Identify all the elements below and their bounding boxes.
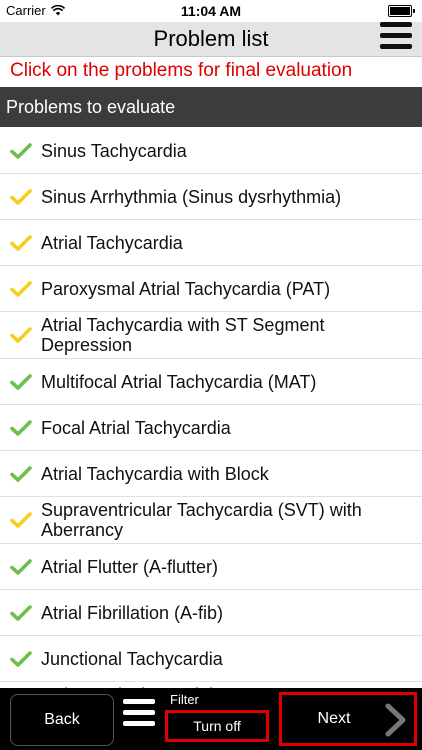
problem-label: Junctional Tachycardia <box>41 648 223 669</box>
next-label: Next <box>317 710 351 727</box>
status-bar: Carrier 11:04 AM <box>0 0 422 22</box>
checkmark-icon <box>0 326 41 344</box>
chevron-right-icon <box>385 703 406 737</box>
problem-label: Focal Atrial Tachycardia <box>41 417 231 438</box>
checkmark-icon <box>0 511 41 529</box>
checkmark-icon <box>0 373 41 391</box>
next-button[interactable]: Next <box>279 692 417 746</box>
hamburger-menu-icon[interactable] <box>380 22 412 54</box>
battery-icon <box>388 5 415 17</box>
checkmark-icon <box>0 558 41 576</box>
problem-label: Sinus Tachycardia <box>41 140 187 161</box>
back-button[interactable]: Back <box>10 694 114 746</box>
filter-turn-off-button[interactable]: Turn off <box>165 710 269 742</box>
problem-label: Atrial Fibrillation (A-fib) <box>41 602 224 623</box>
problem-row[interactable]: Focal Atrial Tachycardia <box>0 405 422 451</box>
bottom-toolbar: Back Filter Turn off Next <box>0 688 422 750</box>
problem-row[interactable]: Atrial Tachycardia with Block <box>0 451 422 497</box>
problem-row[interactable]: Atrial Tachycardia <box>0 220 422 266</box>
checkmark-icon <box>0 280 41 298</box>
problem-label: Atrial Tachycardia with Block <box>41 463 269 484</box>
problem-label: Paroxysmal Atrial Tachycardia (PAT) <box>41 278 331 299</box>
problem-row[interactable]: Atrial Tachycardia with ST Segment Depre… <box>0 312 422 359</box>
checkmark-icon <box>0 234 41 252</box>
status-time: 11:04 AM <box>180 3 242 19</box>
checkmark-icon <box>0 188 41 206</box>
checkmark-icon <box>0 650 41 668</box>
filter-label: Filter <box>170 692 199 707</box>
problem-row[interactable]: Sinus Arrhythmia (Sinus dysrhythmia) <box>0 174 422 220</box>
problem-row[interactable]: Atrial Fibrillation (A-fib) <box>0 590 422 636</box>
problem-row[interactable]: Sinus Tachycardia <box>0 128 422 174</box>
checkmark-icon <box>0 419 41 437</box>
problem-label: Sinus Arrhythmia (Sinus dysrhythmia) <box>41 186 342 207</box>
page-title: Problem list <box>153 26 269 51</box>
problem-row[interactable]: Paroxysmal Atrial Tachycardia (PAT) <box>0 266 422 312</box>
checkmark-icon <box>0 604 41 622</box>
problem-row[interactable]: Atrial Flutter (A-flutter) <box>0 544 422 590</box>
navigation-bar: Problem list <box>0 22 422 57</box>
problem-list[interactable]: Sinus Tachycardia Sinus Arrhythmia (Sinus… <box>0 128 422 688</box>
problem-label: Multifocal Atrial Tachycardia (MAT) <box>41 371 317 392</box>
problem-label: Atrial Flutter (A-flutter) <box>41 556 219 577</box>
section-header: Problems to evaluate <box>0 87 422 127</box>
problem-row[interactable]: Junctional Tachycardia <box>0 636 422 682</box>
problem-row[interactable]: Multifocal Atrial Tachycardia (MAT) <box>0 359 422 405</box>
checkmark-icon <box>0 465 41 483</box>
filter-list-icon[interactable] <box>123 699 155 731</box>
problem-label: Atrial Tachycardia with ST Segment Depre… <box>41 315 325 355</box>
instruction-text: Click on the problems for final evaluati… <box>10 60 353 81</box>
problem-label: Supraventricular Tachycardia (SVT) with … <box>41 500 362 540</box>
checkmark-icon <box>0 142 41 160</box>
problem-label: Atrial Tachycardia <box>41 232 183 253</box>
problem-row[interactable]: Supraventricular Tachycardia (SVT) with … <box>0 497 422 544</box>
